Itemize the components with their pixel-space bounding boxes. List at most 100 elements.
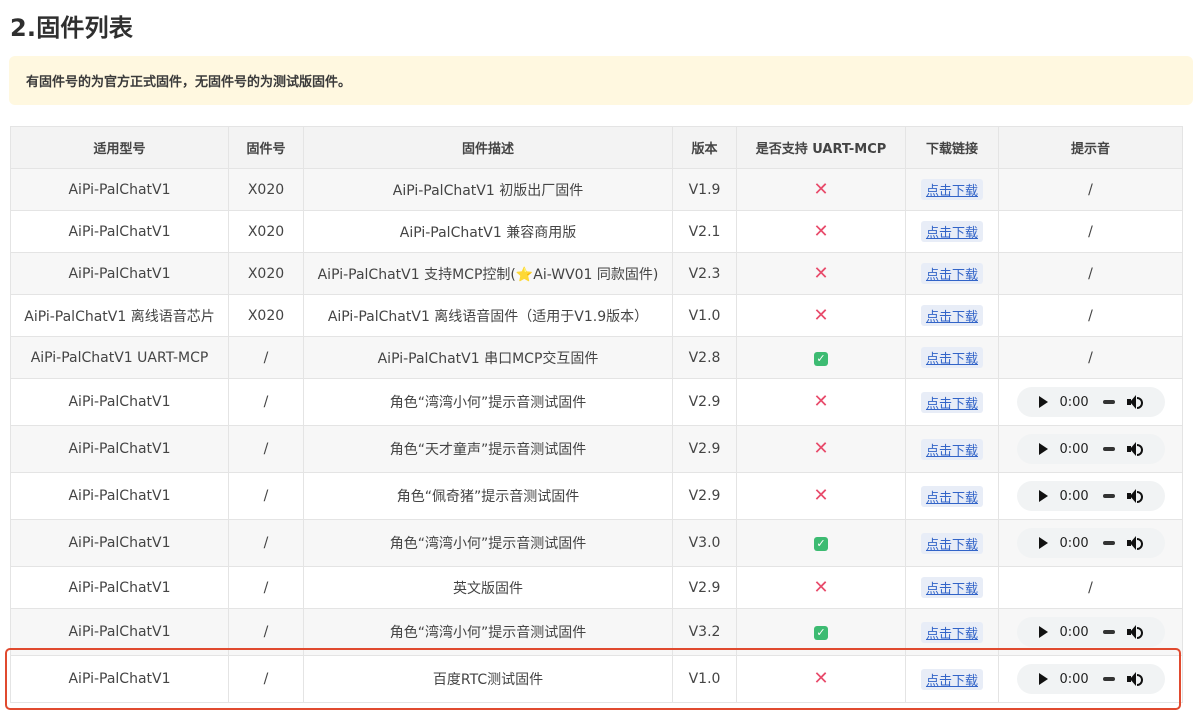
download-link[interactable]: 点击下载 [920, 668, 983, 690]
cell-tone: / [998, 294, 1183, 337]
volume-icon[interactable] [1126, 442, 1143, 456]
download-link[interactable]: 点击下载 [920, 485, 983, 507]
audio-progress-bar[interactable] [1102, 630, 1115, 634]
volume-icon[interactable] [1126, 489, 1143, 503]
play-icon[interactable] [1038, 490, 1048, 502]
audio-player[interactable]: 0:00 [1016, 387, 1165, 417]
cell-tone: 0:00 [998, 472, 1183, 520]
cell-description: 角色“天才童声”提示音测试固件 [303, 425, 673, 473]
download-link[interactable]: 点击下载 [920, 438, 983, 460]
cell-description: 百度RTC测试固件 [303, 655, 673, 703]
audio-player[interactable]: 0:00 [1016, 481, 1165, 511]
cell-model: AiPi-PalChatV1 [10, 472, 229, 520]
table-row: AiPi-PalChatV1 离线语音芯片 X020 AiPi-PalChatV1 … [10, 294, 1183, 337]
check-icon: ✓ [814, 626, 828, 640]
cell-download: 点击下载 [905, 566, 999, 609]
cell-version: V1.9 [672, 168, 737, 211]
cell-uart-mcp: ✕ [736, 168, 906, 211]
download-link[interactable]: 点击下载 [920, 221, 983, 242]
cell-firmware-no: / [228, 336, 304, 379]
cell-tone: 0:00 [998, 608, 1183, 656]
header-description: 固件描述 [303, 126, 673, 169]
audio-time: 0:00 [1059, 394, 1089, 410]
cell-version: V2.8 [672, 336, 737, 379]
download-link[interactable]: 点击下载 [920, 621, 983, 643]
cell-download: 点击下载 [905, 608, 999, 656]
cell-uart-mcp: ✕ [736, 655, 906, 703]
table-row: AiPi-PalChatV1/英文版固件 V2.9 ✕ 点击下载 / [10, 566, 1183, 609]
cell-version: V3.2 [672, 608, 737, 656]
play-icon[interactable] [1038, 626, 1048, 638]
cell-tone: / [998, 210, 1183, 253]
cell-tone: 0:00 [998, 655, 1183, 703]
cross-icon: ✕ [813, 668, 829, 689]
cell-tone: 0:00 [998, 519, 1183, 567]
cell-model: AiPi-PalChatV1 [10, 252, 229, 295]
cell-model: AiPi-PalChatV1 [10, 168, 229, 211]
audio-player[interactable]: 0:00 [1016, 617, 1165, 647]
cross-icon: ✕ [813, 391, 829, 412]
cell-firmware-no: / [228, 378, 304, 426]
cross-icon: ✕ [813, 178, 829, 200]
cell-download: 点击下载 [905, 472, 999, 520]
play-icon[interactable] [1038, 537, 1048, 549]
cell-uart-mcp: ✕ [736, 378, 906, 426]
cell-uart-mcp: ✕ [736, 294, 906, 337]
audio-player[interactable]: 0:00 [1016, 528, 1165, 558]
play-icon[interactable] [1038, 673, 1048, 685]
cell-download: 点击下载 [905, 519, 999, 567]
cell-uart-mcp: ✓ [736, 336, 906, 379]
volume-icon[interactable] [1126, 625, 1143, 639]
cell-model: AiPi-PalChatV1 [10, 378, 229, 426]
cell-version: V2.9 [672, 425, 737, 473]
cell-download: 点击下载 [905, 655, 999, 703]
table-row: AiPi-PalChatV1/角色“湾湾小何”提示音测试固件 V3.2 ✓ 点击下载 0… [10, 608, 1183, 656]
header-model: 适用型号 [10, 126, 229, 169]
download-link[interactable]: 点击下载 [920, 391, 983, 413]
download-link[interactable]: 点击下载 [920, 347, 983, 368]
play-icon[interactable] [1038, 396, 1048, 408]
download-link[interactable]: 点击下载 [920, 577, 983, 598]
cell-firmware-no: / [228, 472, 304, 520]
cell-download: 点击下载 [905, 210, 999, 253]
download-link[interactable]: 点击下载 [920, 532, 983, 554]
play-icon[interactable] [1038, 443, 1048, 455]
cell-tone: / [998, 252, 1183, 295]
header-firmware-no: 固件号 [228, 126, 304, 169]
audio-progress-bar[interactable] [1102, 541, 1115, 545]
table-row: AiPi-PalChatV1 UART-MCP / AiPi-PalChatV1 串… [10, 336, 1183, 379]
cell-firmware-no: / [228, 655, 304, 703]
audio-progress-bar[interactable] [1102, 494, 1115, 498]
audio-progress-bar[interactable] [1102, 400, 1115, 404]
volume-icon[interactable] [1126, 536, 1143, 550]
cell-description: AiPi-PalChatV1 兼容商用版 [303, 210, 673, 253]
cell-description: 角色“湾湾小何”提示音测试固件 [303, 378, 673, 426]
page-title: 2.固件列表 [10, 14, 134, 42]
cross-icon: ✕ [813, 304, 829, 326]
cell-uart-mcp: ✕ [736, 210, 906, 253]
cell-model: AiPi-PalChatV1 [10, 210, 229, 253]
cell-firmware-no: X020 [228, 168, 304, 211]
audio-time: 0:00 [1059, 624, 1089, 640]
audio-progress-bar[interactable] [1102, 677, 1115, 681]
audio-progress-bar[interactable] [1102, 447, 1115, 451]
cell-uart-mcp: ✕ [736, 566, 906, 609]
cell-download: 点击下载 [905, 168, 999, 211]
download-link[interactable]: 点击下载 [920, 263, 983, 284]
cell-tone: / [998, 566, 1183, 609]
cell-description: 角色“佩奇猪”提示音测试固件 [303, 472, 673, 520]
audio-player[interactable]: 0:00 [1016, 434, 1165, 464]
cell-firmware-no: / [228, 519, 304, 567]
volume-icon[interactable] [1126, 672, 1143, 686]
cell-firmware-no: / [228, 425, 304, 473]
audio-player[interactable]: 0:00 [1016, 664, 1165, 694]
cell-download: 点击下载 [905, 252, 999, 295]
notice-banner: 有固件号的为官方正式固件，无固件号的为测试版固件。 [9, 56, 1193, 105]
firmware-table: 适用型号 固件号 固件描述 版本 是否支持 UART-MCP 下载链接 提示音 … [10, 126, 1183, 703]
cell-model: AiPi-PalChatV1 [10, 608, 229, 656]
download-link[interactable]: 点击下载 [920, 179, 983, 200]
cell-version: V1.0 [672, 294, 737, 337]
download-link[interactable]: 点击下载 [920, 305, 983, 326]
volume-icon[interactable] [1126, 395, 1143, 409]
audio-time: 0:00 [1059, 535, 1089, 551]
